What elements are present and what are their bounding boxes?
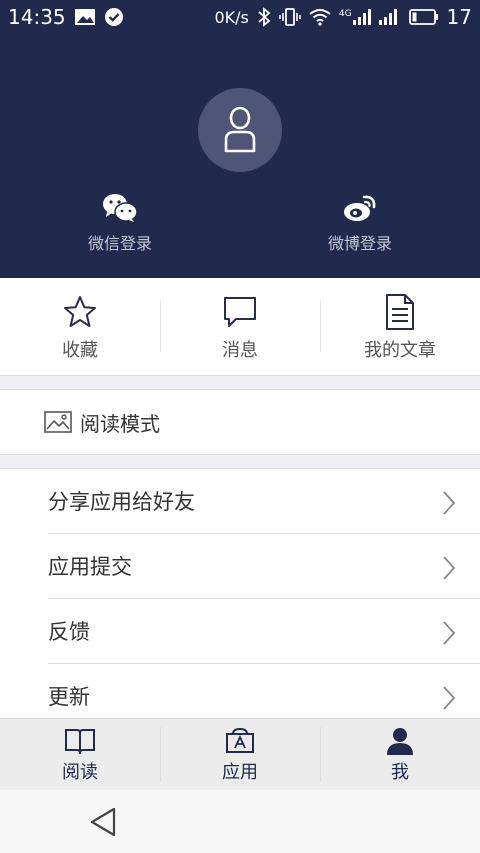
read-mode-row[interactable]: 阅读模式 bbox=[0, 390, 480, 454]
tab-read-label: 阅读 bbox=[62, 761, 98, 783]
chevron-right-icon bbox=[443, 556, 456, 580]
back-triangle-icon bbox=[90, 807, 116, 837]
section-divider bbox=[0, 454, 480, 469]
share-app-item[interactable]: 分享应用给好友 bbox=[48, 469, 480, 534]
check-circle-icon bbox=[104, 7, 124, 27]
vibrate-icon bbox=[279, 8, 301, 26]
star-icon bbox=[62, 292, 98, 332]
status-time: 14:35 bbox=[8, 5, 66, 29]
favorites-label: 收藏 bbox=[62, 339, 98, 361]
tab-apps[interactable]: 应用 bbox=[160, 719, 320, 790]
feedback-item[interactable]: 反馈 bbox=[48, 599, 480, 664]
list-item-label: 反馈 bbox=[48, 620, 90, 644]
gallery-notification-icon bbox=[74, 8, 96, 26]
avatar[interactable] bbox=[198, 88, 282, 172]
chevron-right-icon bbox=[443, 686, 456, 710]
bottom-tab-bar: 阅读 应用 我 bbox=[0, 718, 480, 790]
messages-label: 消息 bbox=[222, 339, 258, 361]
battery-icon bbox=[408, 9, 439, 25]
tab-me[interactable]: 我 bbox=[320, 719, 480, 790]
tab-read[interactable]: 阅读 bbox=[0, 719, 160, 790]
message-icon bbox=[222, 292, 258, 332]
document-icon bbox=[385, 292, 415, 332]
weibo-login-button[interactable]: 微博登录 bbox=[290, 190, 430, 254]
tab-apps-label: 应用 bbox=[222, 761, 258, 783]
battery-level: 17 bbox=[446, 5, 472, 29]
back-button[interactable] bbox=[86, 804, 122, 840]
my-articles-label: 我的文章 bbox=[364, 339, 436, 361]
quick-actions: 收藏 消息 我的文章 bbox=[0, 278, 480, 375]
list-item-label: 应用提交 bbox=[48, 555, 132, 579]
read-mode-label: 阅读模式 bbox=[80, 411, 160, 436]
messages-button[interactable]: 消息 bbox=[160, 278, 320, 375]
wifi-icon bbox=[309, 8, 331, 26]
my-articles-button[interactable]: 我的文章 bbox=[320, 278, 480, 375]
wechat-login-button[interactable]: 微信登录 bbox=[50, 190, 190, 254]
tab-me-label: 我 bbox=[391, 761, 409, 783]
bluetooth-icon bbox=[257, 7, 271, 27]
system-nav-bar bbox=[0, 790, 480, 853]
signal-4g-icon: 4G bbox=[339, 9, 371, 25]
person-icon bbox=[386, 726, 414, 756]
section-divider bbox=[0, 375, 480, 390]
image-icon bbox=[44, 411, 72, 433]
submit-app-item[interactable]: 应用提交 bbox=[48, 534, 480, 599]
signal-icon bbox=[378, 9, 401, 25]
weibo-icon bbox=[342, 190, 378, 226]
network-speed: 0K/s bbox=[214, 7, 249, 27]
weibo-login-label: 微博登录 bbox=[327, 234, 392, 253]
profile-header: 14:35 0K/s 4G 17 微信登录 微博登录 bbox=[0, 0, 480, 278]
user-outline-icon bbox=[224, 106, 256, 153]
chevron-right-icon bbox=[443, 621, 456, 645]
favorites-button[interactable]: 收藏 bbox=[0, 278, 160, 375]
book-icon bbox=[64, 726, 96, 756]
wechat-icon bbox=[102, 190, 138, 226]
list-item-label: 更新 bbox=[48, 685, 90, 709]
chevron-right-icon bbox=[443, 491, 456, 515]
wechat-login-label: 微信登录 bbox=[87, 234, 152, 253]
app-store-icon bbox=[225, 726, 255, 756]
list-item-label: 分享应用给好友 bbox=[48, 490, 195, 514]
status-bar: 14:35 0K/s 4G 17 bbox=[0, 0, 480, 34]
settings-list: 分享应用给好友 应用提交 反馈 更新 bbox=[0, 469, 480, 729]
